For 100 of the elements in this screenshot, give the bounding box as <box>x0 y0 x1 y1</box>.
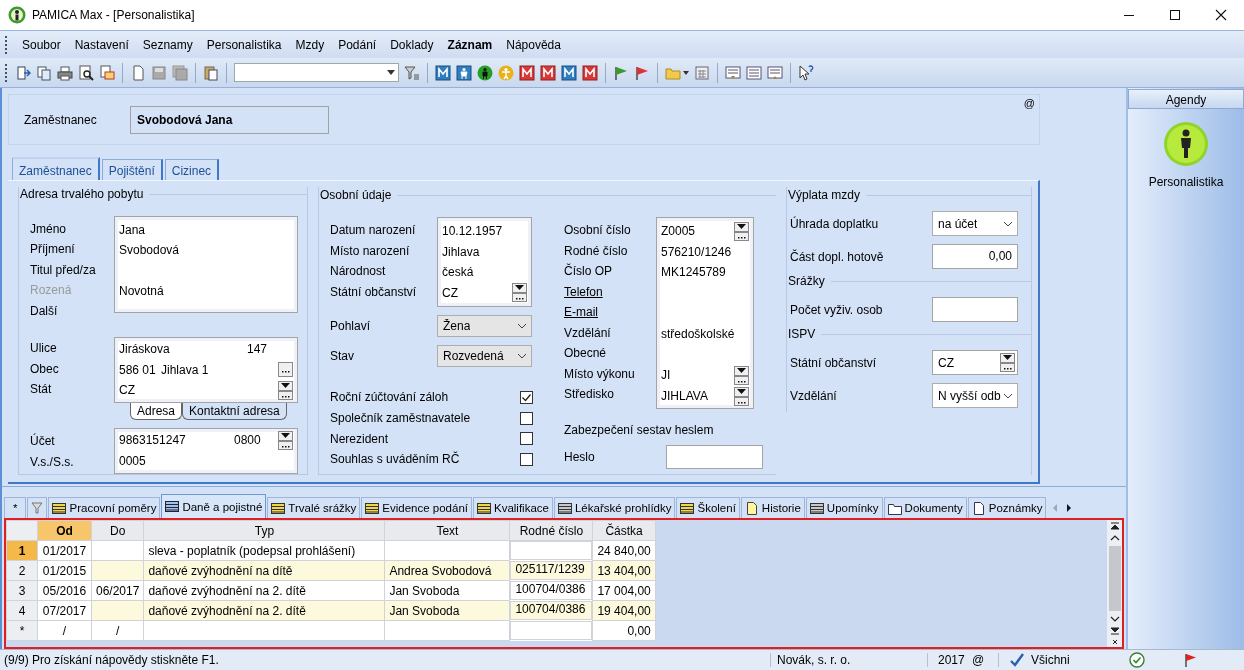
tab[interactable]: Adresa <box>130 403 183 420</box>
person-tile-icon[interactable] <box>456 64 472 81</box>
field-value[interactable]: 0800 <box>234 433 278 448</box>
field-value[interactable]: Jiráskova <box>119 342 247 357</box>
field-value[interactable]: 9863151247 <box>119 433 234 448</box>
scrollbar[interactable] <box>1107 520 1122 647</box>
more-button-icon[interactable] <box>512 293 527 303</box>
menu-item[interactable]: Doklady <box>384 37 442 52</box>
column-header[interactable]: Typ <box>143 520 385 541</box>
field-value[interactable]: CZ <box>119 383 278 398</box>
flag-icon[interactable] <box>613 64 629 81</box>
field-value[interactable]: JIHLAVA <box>661 389 734 404</box>
tab[interactable]: Daně a pojistné <box>161 494 267 519</box>
field-value[interactable]: Z0005 <box>661 224 734 239</box>
person-icon[interactable] <box>1163 121 1209 167</box>
field-value[interactable]: JI <box>661 368 734 383</box>
column-header[interactable]: Do <box>91 520 144 541</box>
dropdown-button-icon[interactable] <box>1000 353 1015 363</box>
checkbox[interactable] <box>520 390 533 404</box>
tab[interactable]: Zaměstnanec <box>12 157 100 180</box>
tab[interactable]: Lékařské prohlídky <box>553 497 676 519</box>
dropdown[interactable]: Rozvedená <box>437 345 532 367</box>
dropdown[interactable]: Žena <box>437 315 532 337</box>
row-header[interactable]: * <box>6 620 38 641</box>
row-header[interactable]: 4 <box>6 600 38 621</box>
dropdown-button-icon[interactable] <box>278 430 293 441</box>
field-value[interactable]: Jihlava 1 <box>161 362 278 377</box>
menu-item[interactable]: Personalistika <box>200 37 290 52</box>
help-pointer-icon[interactable] <box>798 64 814 81</box>
new-document-icon[interactable] <box>130 64 146 81</box>
agenda-item[interactable]: Personalistika <box>1148 175 1224 189</box>
form-icon[interactable] <box>746 64 762 81</box>
field-value[interactable]: CZ <box>442 285 512 300</box>
more-button-icon[interactable] <box>278 362 293 378</box>
field-value[interactable]: 0005 <box>119 453 293 468</box>
tab[interactable]: Evidence podání <box>361 497 472 519</box>
menu-item[interactable]: Záznam <box>441 37 501 52</box>
dropdown[interactable]: N vyšší odb <box>932 383 1018 408</box>
column-header[interactable]: Rodné číslo <box>509 520 593 541</box>
tab[interactable]: Kvalifikace <box>473 497 553 519</box>
filter-combo[interactable] <box>234 63 399 82</box>
row-header[interactable]: 2 <box>6 560 38 581</box>
field-value[interactable]: 586 01 <box>119 362 161 377</box>
picker-field[interactable]: CZ <box>932 350 1018 375</box>
tab[interactable]: Cizinec <box>164 159 220 180</box>
form-icon[interactable] <box>725 64 741 81</box>
field-value[interactable]: 147 <box>247 342 268 357</box>
letter-tile-icon[interactable] <box>435 64 451 81</box>
number-field[interactable] <box>932 297 1018 322</box>
menu-item[interactable]: Podání <box>332 37 385 52</box>
field-value[interactable]: 10.12.1957 <box>442 224 527 239</box>
menu-item[interactable]: Soubor <box>16 37 69 52</box>
scroll-right-icon[interactable] <box>1065 502 1074 513</box>
copy-icon[interactable] <box>36 64 52 81</box>
dropdown-button-icon[interactable] <box>512 283 527 294</box>
tab[interactable]: * <box>4 497 27 519</box>
field-value[interactable]: Jana <box>119 222 293 237</box>
letter-tile-icon[interactable] <box>582 64 598 81</box>
field-value[interactable]: česká <box>442 265 527 280</box>
dropdown-button-icon[interactable] <box>734 221 749 232</box>
tab[interactable]: Trvalé srážky <box>267 497 361 519</box>
menu-item[interactable]: Nápověda <box>500 37 569 52</box>
tab[interactable]: Historie <box>740 497 805 519</box>
column-header[interactable]: Částka <box>592 520 656 541</box>
filter-tab[interactable] <box>27 497 48 519</box>
column-header[interactable]: Od <box>37 520 92 541</box>
checkbox[interactable] <box>520 432 533 446</box>
letter-tile-icon[interactable] <box>540 64 556 81</box>
dropdown-button-icon[interactable] <box>734 386 749 397</box>
tab[interactable]: Pojištění <box>101 159 163 180</box>
field-value[interactable]: středoškolské <box>661 327 749 342</box>
menu-item[interactable]: Mzdy <box>289 37 333 52</box>
person-icon[interactable] <box>477 64 493 81</box>
checkbox[interactable] <box>520 411 533 425</box>
mail-icon[interactable] <box>99 64 115 81</box>
column-header[interactable]: Text <box>384 520 510 541</box>
row-header[interactable]: 3 <box>6 580 38 601</box>
field-value[interactable]: MK1245789 <box>661 265 749 280</box>
letter-tile-icon[interactable] <box>519 64 535 81</box>
menu-item[interactable]: Seznamy <box>136 37 201 52</box>
more-button-icon[interactable] <box>1000 363 1015 372</box>
tab[interactable]: Kontaktní adresa <box>182 403 287 420</box>
clipboard-icon[interactable] <box>203 64 219 81</box>
dropdown-button-icon[interactable] <box>734 365 749 376</box>
tab[interactable]: Upomínky <box>805 497 883 519</box>
tab[interactable]: Školení <box>676 497 740 519</box>
preview-icon[interactable] <box>78 64 94 81</box>
field-link[interactable]: E-mail <box>564 302 656 323</box>
field-value[interactable]: Svobodová <box>119 243 293 258</box>
exit-icon[interactable] <box>15 64 31 81</box>
flag-icon[interactable] <box>634 64 650 81</box>
tab[interactable]: Poznámky <box>967 497 1047 519</box>
tab[interactable]: Pracovní poměry <box>48 497 161 519</box>
filter-icon[interactable] <box>404 64 420 81</box>
checkbox[interactable] <box>520 452 533 466</box>
print-icon[interactable] <box>57 64 73 81</box>
tab[interactable]: Dokumenty <box>883 497 967 519</box>
dropdown[interactable]: na účet <box>932 211 1018 236</box>
field-value[interactable]: Jihlava <box>442 244 527 259</box>
number-field[interactable]: 0,00 <box>932 244 1018 269</box>
